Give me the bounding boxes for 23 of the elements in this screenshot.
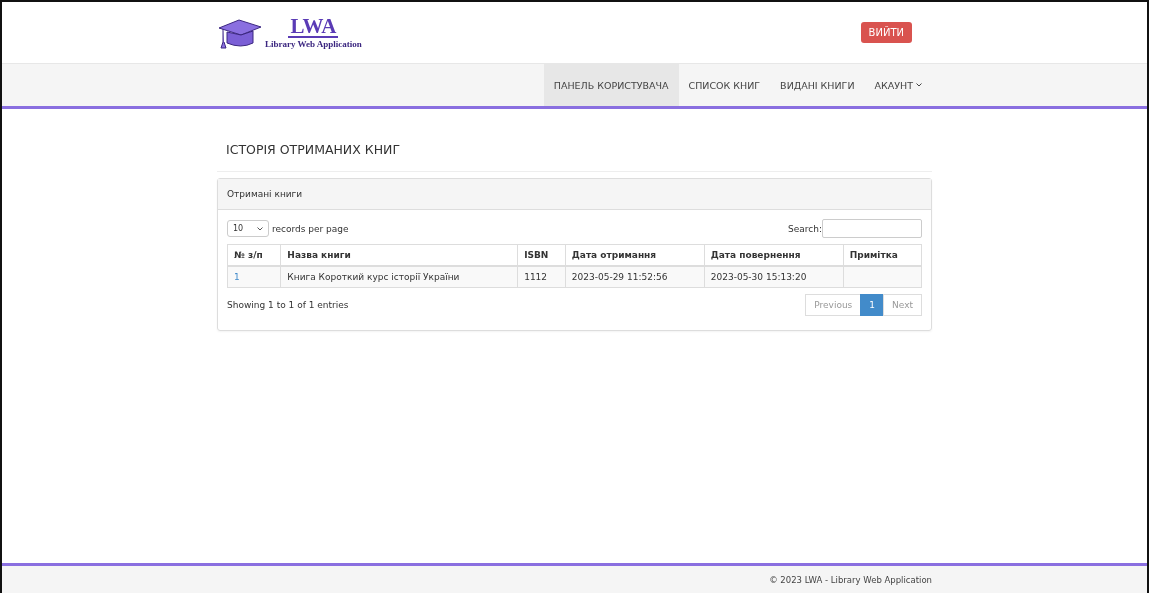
table-cell: 2023-05-30 15:13:20 bbox=[704, 266, 844, 288]
nav-link[interactable]: АКАУНТ bbox=[864, 64, 932, 106]
entries-info: Showing 1 to 1 of 1 entries bbox=[227, 300, 349, 310]
footer-text: © 2023 LWA - Library Web Application bbox=[769, 575, 932, 585]
logo-title: LWA bbox=[288, 15, 339, 38]
table-cell: Книга Короткий курс історії України bbox=[280, 266, 518, 288]
graduation-cap-icon bbox=[217, 17, 263, 50]
table-cell: 2023-05-29 11:52:56 bbox=[565, 266, 705, 288]
page-title: ІСТОРІЯ ОТРИМАНИХ КНИГ bbox=[217, 109, 932, 172]
logout-button[interactable]: ВИЙТИ bbox=[860, 22, 912, 43]
table-cell: 1 bbox=[227, 266, 281, 288]
search-label: Search: bbox=[788, 223, 822, 234]
nav-link[interactable]: ВИДАНІ КНИГИ bbox=[770, 64, 865, 106]
logo-subtitle: Library Web Application bbox=[265, 37, 362, 50]
nav-link[interactable]: СПИСОК КНИГ bbox=[678, 64, 771, 106]
table-cell: 1112 bbox=[517, 266, 566, 288]
nav-link[interactable]: ПАНЕЛЬ КОРИСТУВАЧА bbox=[543, 64, 679, 106]
page-size-label: records per page bbox=[272, 223, 349, 234]
pagination-button[interactable]: 1 bbox=[860, 294, 885, 316]
search-field[interactable] bbox=[822, 219, 922, 238]
chevron-down-icon bbox=[257, 226, 263, 231]
panel-heading: Отримані книги bbox=[218, 179, 931, 210]
page-size-select[interactable]: 10 bbox=[227, 220, 269, 237]
